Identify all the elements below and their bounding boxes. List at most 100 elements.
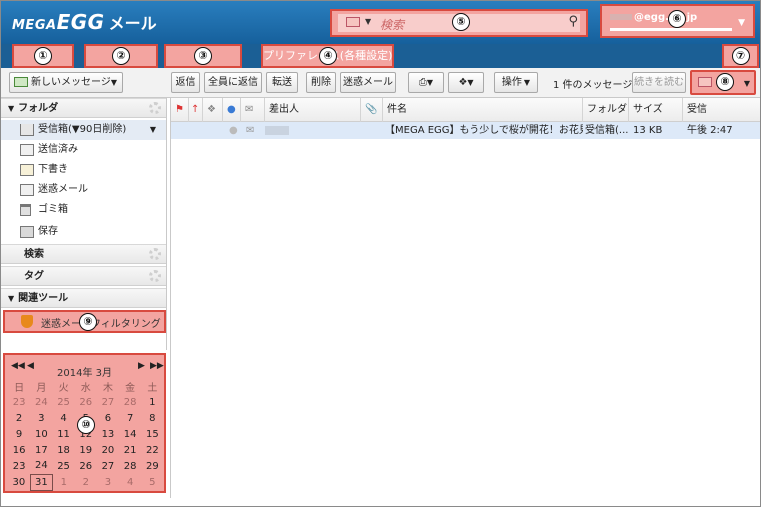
print-button[interactable]: ⎙▼ bbox=[408, 72, 444, 93]
calendar-day[interactable]: 30 bbox=[8, 474, 30, 490]
calendar-day[interactable]: 24 bbox=[30, 394, 52, 410]
column-folder[interactable]: フォルダ bbox=[583, 98, 629, 122]
calendar-day[interactable]: 27 bbox=[97, 458, 119, 474]
tab-extra[interactable]: ⑦ bbox=[722, 44, 759, 68]
calendar-day[interactable]: 7 bbox=[119, 410, 141, 426]
mail-search-scope-icon[interactable] bbox=[346, 17, 360, 27]
column-from[interactable]: 差出人 bbox=[265, 98, 361, 122]
tag-button[interactable]: ❖▼ bbox=[448, 72, 484, 93]
calendar-day[interactable]: 21 bbox=[119, 442, 141, 458]
column-received[interactable]: 受信 bbox=[683, 98, 761, 122]
gear-icon[interactable] bbox=[149, 270, 161, 282]
calendar-day[interactable]: 28 bbox=[119, 458, 141, 474]
printer-icon: ⎙ bbox=[418, 77, 427, 88]
attachment-type-column-icon[interactable]: ✉ bbox=[241, 98, 265, 122]
account-quota-bar bbox=[610, 28, 732, 31]
folder-sent[interactable]: 送信済み bbox=[0, 140, 166, 160]
calendar-day[interactable]: 20 bbox=[97, 442, 119, 458]
chevron-down-icon[interactable]: ▼ bbox=[738, 18, 745, 28]
account-menu[interactable]: @egg.ne.jp ⑥ ▼ bbox=[600, 4, 755, 38]
unread-column-icon[interactable]: ● bbox=[223, 98, 241, 122]
weekday-row: 日 月 火 水 木 金 土 bbox=[8, 378, 164, 394]
calendar-day[interactable]: 10 bbox=[30, 426, 52, 442]
calendar-day[interactable]: 6 bbox=[97, 410, 119, 426]
search-header[interactable]: 検索 bbox=[0, 244, 166, 264]
paperclip-icon[interactable]: 📎 bbox=[361, 98, 383, 122]
forward-button[interactable]: 転送 bbox=[266, 72, 298, 93]
spam-button[interactable]: 迷惑メール bbox=[340, 72, 396, 93]
calendar-day[interactable]: 11 bbox=[52, 426, 74, 442]
actions-button[interactable]: 操作 ▼ bbox=[494, 72, 538, 93]
calendar-day[interactable]: 8 bbox=[141, 410, 163, 426]
gear-icon[interactable] bbox=[149, 248, 161, 260]
read-more-button[interactable]: 続きを読む bbox=[632, 72, 686, 93]
calendar-day[interactable]: 26 bbox=[75, 458, 97, 474]
calendar-day[interactable]: 5 bbox=[141, 474, 163, 490]
calendar-day[interactable]: 2 bbox=[8, 410, 30, 426]
search-area[interactable]: ▼ 検索 ⑤ ⚲ bbox=[330, 9, 588, 37]
spam-filter-tool[interactable]: 迷惑メールフィルタリング ⑨ bbox=[3, 310, 166, 333]
calendar-day[interactable]: 19 bbox=[75, 442, 97, 458]
view-mode-button[interactable]: ⑧ ▼ bbox=[690, 70, 756, 95]
next-year-icon[interactable]: ▶▶ bbox=[150, 361, 164, 371]
chevron-down-icon[interactable]: ▼ bbox=[744, 74, 750, 93]
folder-junk[interactable]: 迷惑メール bbox=[0, 180, 166, 200]
logo-egg-text: EGG bbox=[56, 10, 105, 34]
tab-contacts[interactable]: ② bbox=[84, 44, 158, 68]
tools-header[interactable]: ▼ 関連ツール bbox=[0, 288, 166, 308]
table-row[interactable]: ● ✉ 【MEGA EGG】もう少しで桜が開花！お花見準... 受信箱(... … bbox=[171, 122, 761, 139]
calendar-day[interactable]: 3 bbox=[97, 474, 119, 490]
reply-button[interactable]: 返信 bbox=[171, 72, 200, 93]
chevron-down-icon[interactable]: ▼ bbox=[150, 120, 156, 140]
tags-header[interactable]: タグ bbox=[0, 266, 166, 286]
folder-inbox[interactable]: 受信箱(▼90日削除) ▼ bbox=[0, 120, 166, 140]
folders-header[interactable]: ▼ フォルダ bbox=[0, 98, 166, 118]
calendar-day[interactable]: 3 bbox=[30, 410, 52, 426]
collapse-triangle-icon[interactable]: ▼ bbox=[8, 104, 14, 113]
tag-column-icon[interactable]: ❖ bbox=[203, 98, 223, 122]
calendar-day[interactable]: 23 bbox=[8, 394, 30, 410]
tab-mail[interactable]: ① bbox=[12, 44, 74, 68]
chevron-down-icon[interactable]: ▼ bbox=[365, 17, 371, 26]
calendar-day[interactable]: 25 bbox=[52, 458, 74, 474]
folder-trash[interactable]: ゴミ箱 bbox=[0, 200, 166, 220]
reply-all-button[interactable]: 全員に返信 bbox=[204, 72, 262, 93]
calendar-day[interactable]: 29 bbox=[141, 458, 163, 474]
calendar-day[interactable]: 23 bbox=[8, 458, 30, 474]
calendar-day[interactable]: 26 bbox=[75, 394, 97, 410]
new-message-button[interactable]: 新しいメッセージ ▼ bbox=[9, 72, 123, 93]
search-icon[interactable]: ⚲ bbox=[568, 14, 578, 29]
calendar-day[interactable]: 2 bbox=[75, 474, 97, 490]
calendar-day[interactable]: 27 bbox=[97, 394, 119, 410]
column-size[interactable]: サイズ bbox=[629, 98, 683, 122]
priority-column-icon[interactable]: ↑ bbox=[189, 98, 203, 122]
calendar-day[interactable]: 17 bbox=[30, 442, 52, 458]
calendar-day[interactable]: 25 bbox=[52, 394, 74, 410]
calendar-day[interactable]: 4 bbox=[119, 474, 141, 490]
calendar-day[interactable]: 1 bbox=[141, 394, 163, 410]
calendar-day[interactable]: 28 bbox=[119, 394, 141, 410]
calendar-day[interactable]: 16 bbox=[8, 442, 30, 458]
calendar-day-today[interactable]: 31 bbox=[29, 473, 53, 491]
calendar-day[interactable]: 22 bbox=[141, 442, 163, 458]
folder-drafts[interactable]: 下書き bbox=[0, 160, 166, 180]
collapse-triangle-icon[interactable]: ▼ bbox=[8, 294, 14, 303]
tab-preferences[interactable]: プリファレンス(各種設定) ④ bbox=[261, 44, 394, 68]
calendar-day[interactable]: 13 bbox=[97, 426, 119, 442]
column-subject[interactable]: 件名 bbox=[383, 98, 583, 122]
gear-icon[interactable] bbox=[149, 102, 161, 114]
chevron-down-icon[interactable]: ▼ bbox=[111, 73, 117, 92]
calendar-day[interactable]: 4 bbox=[52, 410, 74, 426]
next-month-icon[interactable]: ▶ bbox=[138, 361, 145, 371]
calendar-day[interactable]: 24 bbox=[30, 458, 52, 474]
calendar-day[interactable]: 1 bbox=[52, 474, 74, 490]
calendar-day[interactable]: 18 bbox=[52, 442, 74, 458]
calendar-day[interactable]: 14 bbox=[119, 426, 141, 442]
folder-archive[interactable]: 保存 bbox=[0, 222, 166, 242]
calendar-day[interactable]: 9 bbox=[8, 426, 30, 442]
delete-button[interactable]: 削除 bbox=[306, 72, 336, 93]
tab-calendar[interactable]: ③ bbox=[164, 44, 242, 68]
spam-filter-label: 迷惑メールフィルタリング bbox=[41, 319, 161, 330]
calendar-day[interactable]: 15 bbox=[141, 426, 163, 442]
flag-column-icon[interactable]: ⚑ bbox=[171, 98, 189, 122]
